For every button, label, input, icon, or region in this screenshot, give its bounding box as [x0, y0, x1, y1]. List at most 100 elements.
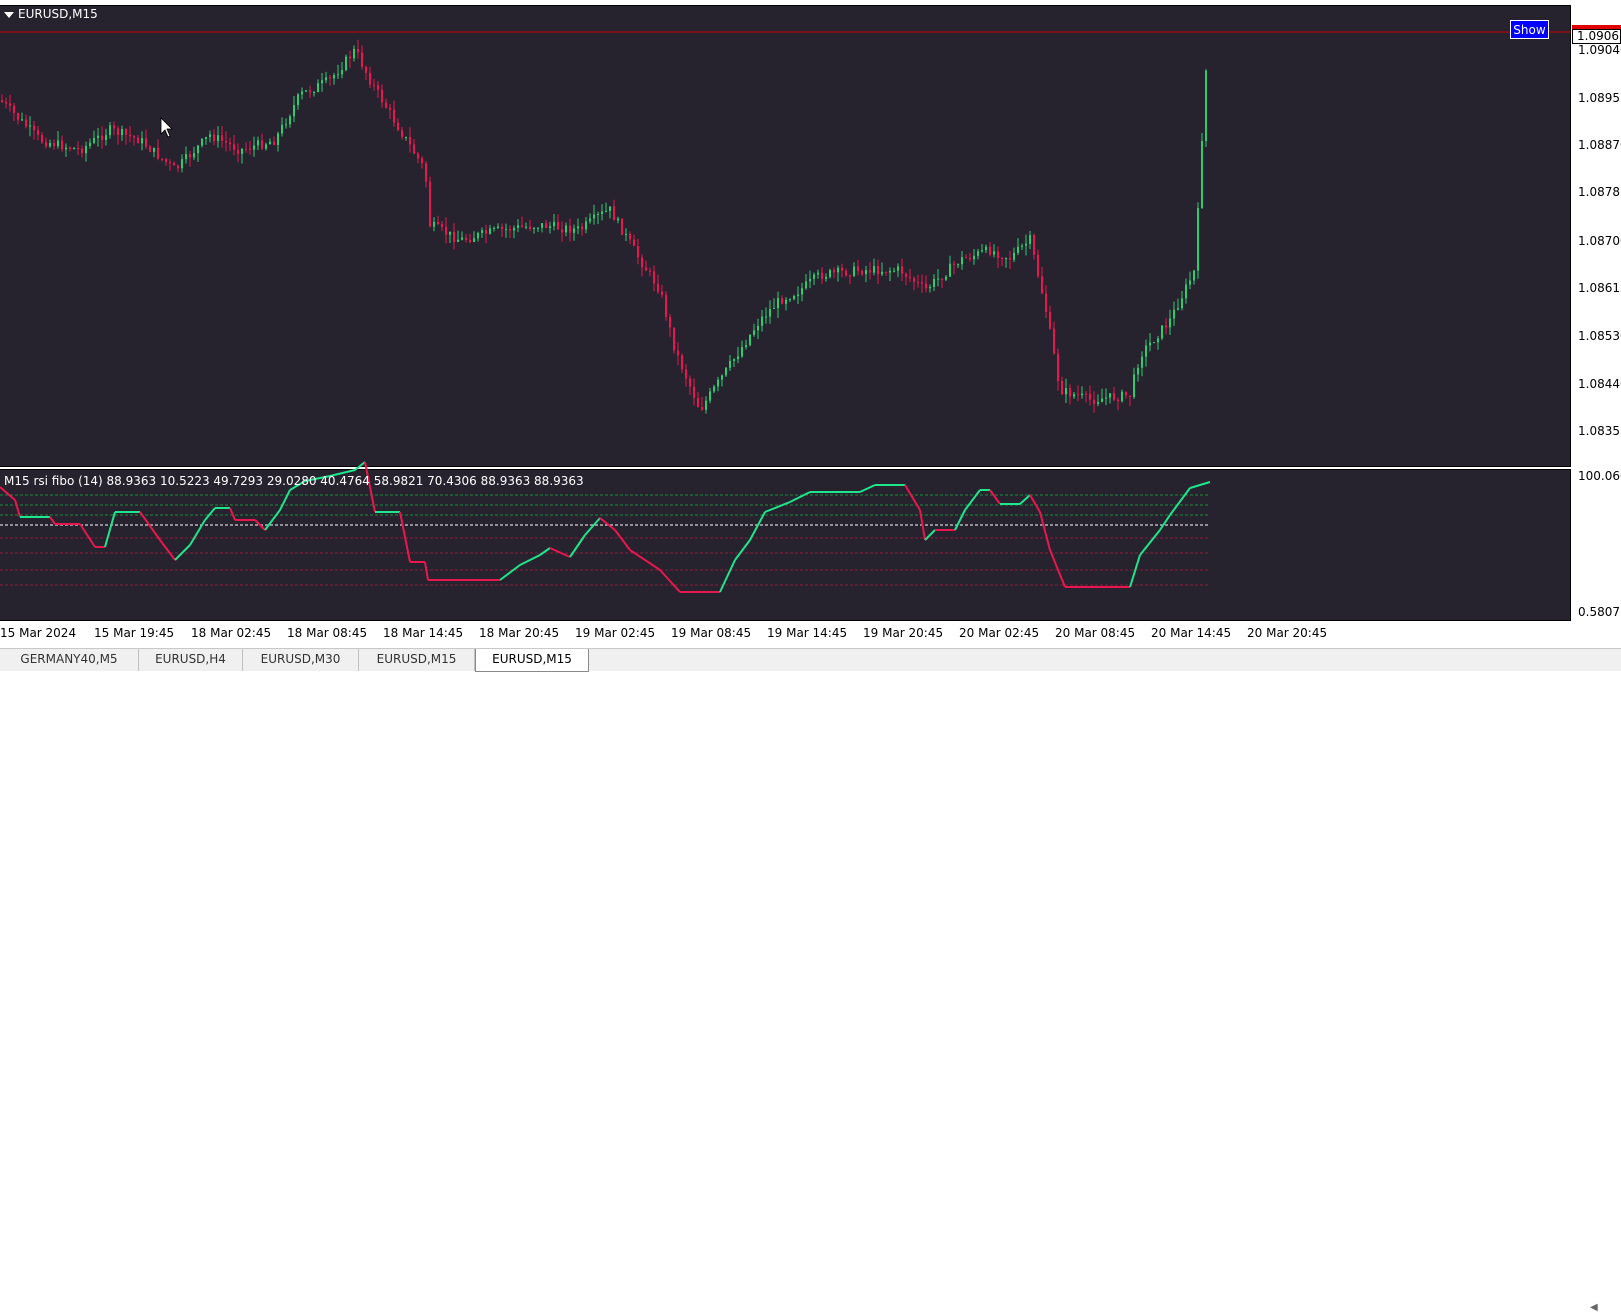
rsi-line-segment [279, 489, 291, 511]
candle-body [1117, 399, 1119, 402]
rsi-line-segment [264, 509, 281, 531]
candle-body [497, 226, 499, 228]
candle-body [25, 119, 27, 127]
candle-body [285, 124, 287, 126]
bid-price-tag: 1.09065 [1572, 29, 1621, 44]
candle-body [41, 134, 43, 143]
candle-body [329, 77, 331, 79]
collapse-arrow-icon[interactable] [4, 11, 14, 18]
candle-body [861, 271, 863, 275]
candle-body [849, 275, 851, 277]
show-button[interactable]: Show [1510, 20, 1549, 39]
candle-body [181, 159, 183, 169]
tab-eurusd-m15[interactable]: EURUSD,M15 [359, 649, 475, 671]
candle-body [1009, 258, 1011, 260]
rsi-line-segment [204, 507, 216, 521]
rsi-line-segment [499, 564, 521, 581]
chart-title[interactable]: EURUSD,M15 [4, 7, 98, 21]
candle-body [33, 125, 35, 131]
candle-body [177, 165, 179, 169]
candle-body [433, 222, 435, 227]
candle-body [309, 90, 311, 93]
candle-body [509, 228, 511, 231]
candle-body [833, 269, 835, 273]
candle-body [729, 360, 731, 368]
candle-body [917, 281, 919, 283]
candle-body [1105, 397, 1107, 399]
candle-body [725, 367, 727, 376]
candle-body [57, 140, 59, 147]
candle-body [1189, 280, 1191, 285]
candle-body [757, 325, 759, 331]
candle-body [657, 283, 659, 292]
time-scale-label: 19 Mar 08:45 [671, 626, 752, 640]
candle-body [101, 135, 103, 141]
candle-body [1081, 393, 1083, 396]
tab-germany40-m5[interactable]: GERMANY40,M5 [0, 649, 139, 671]
candle-body [1093, 399, 1095, 404]
rsi-line-segment [964, 489, 981, 511]
candle-body [29, 125, 31, 127]
candle-body [117, 128, 119, 136]
candle-body [189, 154, 191, 158]
candle-body [269, 141, 271, 145]
candle-body [653, 271, 655, 284]
candle-body [1121, 391, 1123, 402]
candle-body [1045, 293, 1047, 312]
candle-body [1097, 402, 1099, 404]
rsi-line-segment [1019, 494, 1031, 505]
candle-body [889, 270, 891, 273]
tab-eurusd-m30[interactable]: EURUSD,M30 [243, 649, 359, 671]
candle-body [1069, 388, 1071, 397]
chart-canvas [0, 31, 1571, 593]
candle-body [745, 345, 747, 348]
candle-body [1165, 325, 1167, 328]
rsi-line-segment [1159, 514, 1171, 531]
candle-body [625, 233, 627, 235]
candle-body [909, 276, 911, 279]
rsi-line-segment [159, 539, 176, 561]
candle-body [1113, 393, 1115, 400]
tab-scroll-left-icon[interactable]: ◀ [1590, 1302, 1598, 1313]
candle-body [457, 239, 459, 242]
candle-body [1205, 70, 1207, 142]
rsi-line-segment [614, 529, 631, 551]
time-scale-label: 15 Mar 19:45 [94, 626, 175, 640]
candle-body [265, 144, 267, 149]
candle-body [1185, 284, 1187, 299]
rsi-line-segment [764, 501, 791, 513]
candle-body [333, 75, 335, 79]
candle-body [221, 135, 223, 141]
candle-body [321, 80, 323, 84]
tab-eurusd-m15-active[interactable]: EURUSD,M15 [475, 649, 589, 672]
candle-body [349, 56, 351, 59]
candle-body [641, 257, 643, 268]
candle-body [797, 294, 799, 296]
candle-body [617, 218, 619, 221]
candle-body [301, 91, 303, 95]
candle-body [61, 140, 63, 150]
candle-body [973, 255, 975, 260]
candle-body [1089, 393, 1091, 400]
candle-body [977, 251, 979, 256]
indicator-scale-min: 0.5807 [1578, 605, 1620, 619]
chart-window[interactable]: EURUSD,M15 Show M15 rsi fibo (14) 88.936… [0, 0, 1621, 648]
candle-body [605, 210, 607, 212]
candle-body [153, 147, 155, 152]
time-scale-label: 18 Mar 08:45 [287, 626, 368, 640]
candle-body [609, 206, 611, 211]
candle-body [289, 116, 291, 125]
candle-body [5, 101, 7, 104]
candle-body [165, 158, 167, 163]
price-scale-label: 1.08700 [1578, 234, 1621, 248]
time-scale-label: 20 Mar 14:45 [1151, 626, 1232, 640]
candle-body [577, 226, 579, 229]
candle-body [677, 350, 679, 356]
candle-body [825, 276, 827, 279]
candle-body [1169, 318, 1171, 328]
candle-body [569, 225, 571, 233]
price-scale-label: 1.08530 [1578, 329, 1621, 343]
tab-eurusd-h4[interactable]: EURUSD,H4 [139, 649, 243, 671]
candle-body [1109, 393, 1111, 398]
candle-body [469, 239, 471, 242]
